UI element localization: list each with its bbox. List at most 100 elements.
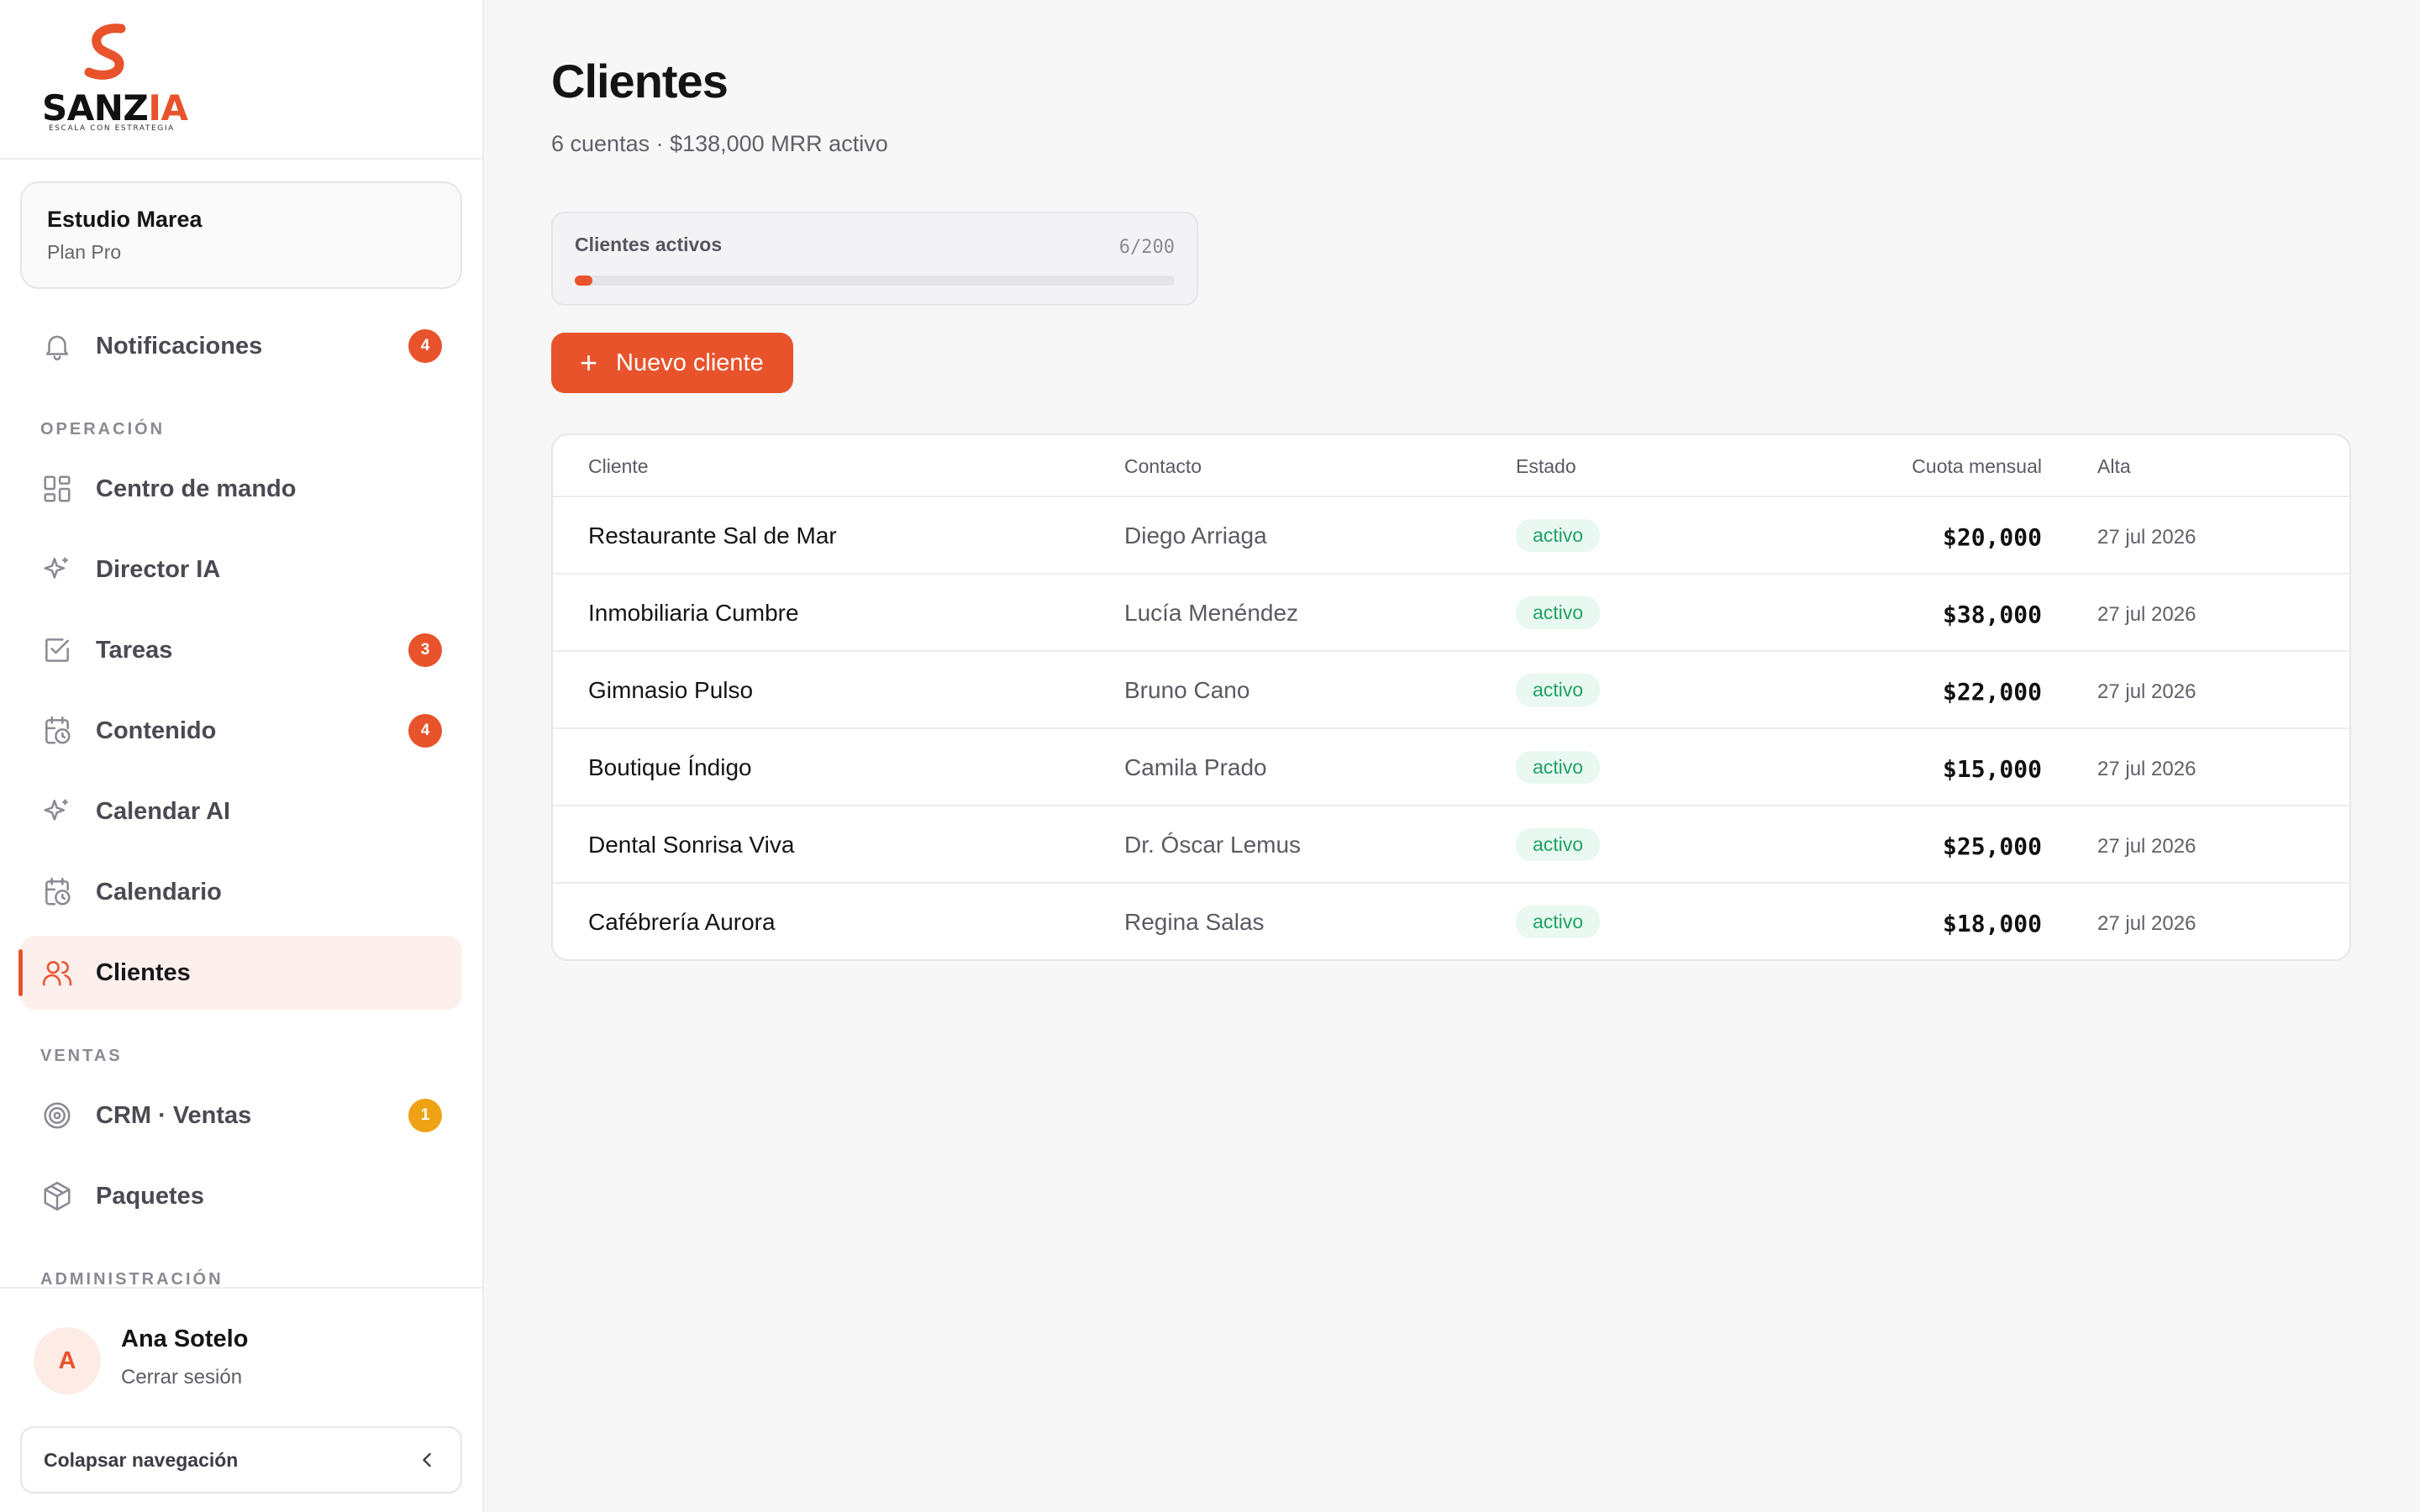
users-icon [40, 956, 74, 990]
sidebar-item-label: Paquetes [96, 1182, 204, 1210]
signup-date: 27 jul 2026 [2097, 912, 2196, 935]
signup-date: 27 jul 2026 [2097, 680, 2196, 703]
sidebar-item-clientes[interactable]: Clientes [18, 936, 462, 1010]
client-name: Boutique Índigo [588, 754, 752, 780]
new-client-button[interactable]: + Nuevo cliente [551, 333, 793, 393]
status-badge: activo [1516, 519, 1601, 552]
table-row[interactable]: Gimnasio Pulso Bruno Cano activo $22,000… [553, 652, 2349, 729]
target-icon [40, 1099, 74, 1132]
column-header-cuota[interactable]: Cuota mensual [1912, 455, 2042, 478]
section-label-ventas: VENTAS [40, 1047, 123, 1065]
workspace-plan: Plan Pro [47, 241, 122, 263]
signup-date: 27 jul 2026 [2097, 526, 2196, 549]
signup-date: 27 jul 2026 [2097, 835, 2196, 858]
column-header-estado[interactable]: Estado [1516, 455, 1576, 478]
client-contact: Diego Arriaga [1124, 522, 1267, 549]
quota-progress-fill [575, 276, 593, 286]
avatar[interactable]: A [34, 1327, 101, 1394]
sidebar-item-calendar-ai[interactable]: Calendar AI [20, 774, 462, 848]
sidebar-item-label: Calendario [96, 878, 222, 906]
collapse-nav-label: Colapsar navegación [44, 1448, 239, 1471]
main-content: Clientes 6 cuentas · $138,000 MRR activo… [484, 0, 2420, 1512]
column-header-cliente[interactable]: Cliente [588, 455, 649, 478]
client-name: Cafébrería Aurora [588, 909, 776, 935]
table-row[interactable]: Restaurante Sal de Mar Diego Arriaga act… [553, 497, 2349, 575]
logo-tagline: ESCALA CON ESTRATEGIA [49, 124, 175, 133]
client-contact: Bruno Cano [1124, 677, 1250, 703]
client-contact: Regina Salas [1124, 909, 1265, 935]
sidebar-item-director-ia[interactable]: Director IA [20, 533, 462, 606]
status-badge: activo [1516, 596, 1601, 629]
status-badge: activo [1516, 751, 1601, 784]
client-name: Gimnasio Pulso [588, 677, 754, 703]
client-name: Restaurante Sal de Mar [588, 522, 837, 549]
logo[interactable]: SANZIA ESCALA CON ESTRATEGIA [0, 0, 482, 160]
collapse-nav-button[interactable]: Colapsar navegación [20, 1426, 462, 1494]
sidebar-item-tareas[interactable]: Tareas 3 [20, 613, 462, 687]
logo-s-mark [84, 24, 126, 80]
sidebar-item-paquetes[interactable]: Paquetes [20, 1159, 462, 1233]
monthly-fee: $25,000 [1942, 832, 2042, 860]
table-header: Cliente Contacto Estado Cuota mensual Al… [553, 435, 2349, 497]
status-badge: activo [1516, 906, 1601, 938]
sidebar-item-centro-de-mando[interactable]: Centro de mando [20, 452, 462, 526]
sidebar-item-calendario[interactable]: Calendario [20, 855, 462, 929]
monthly-fee: $38,000 [1942, 601, 2042, 628]
quota-label: Clientes activos [575, 234, 723, 255]
page-title: Clientes [551, 55, 729, 108]
sidebar-item-label: Contenido [96, 717, 217, 744]
sidebar-item-crm-ventas[interactable]: CRM · Ventas 1 [20, 1079, 462, 1152]
workspace-switcher[interactable]: Estudio Marea Plan Pro [20, 181, 462, 289]
logo-wordmark: SANZIA [42, 87, 188, 129]
section-label-operacion: OPERACIÓN [40, 420, 166, 438]
table-row[interactable]: Inmobiliaria Cumbre Lucía Menéndez activ… [553, 575, 2349, 652]
plus-icon: + [580, 345, 598, 380]
column-header-contacto[interactable]: Contacto [1124, 455, 1202, 478]
client-name: Dental Sonrisa Viva [588, 832, 795, 858]
sidebar: SANZIA ESCALA CON ESTRATEGIA Estudio Mar… [0, 0, 484, 1512]
app-root: SANZIA ESCALA CON ESTRATEGIA Estudio Mar… [0, 0, 2420, 1512]
table-row[interactable]: Dental Sonrisa Viva Dr. Óscar Lemus acti… [553, 806, 2349, 884]
sidebar-item-label: Director IA [96, 555, 221, 583]
sidebar-item-label: Tareas [96, 636, 173, 664]
tareas-badge: 3 [408, 633, 442, 667]
calendar-clock-icon [40, 875, 74, 909]
quota-count: 6/200 [1118, 237, 1175, 258]
status-badge: activo [1516, 674, 1601, 706]
sidebar-footer: A Ana Sotelo Cerrar sesión Colapsar nave… [0, 1287, 482, 1512]
new-client-label: Nuevo cliente [616, 349, 764, 376]
client-contact: Camila Prado [1124, 754, 1267, 780]
table-row[interactable]: Cafébrería Aurora Regina Salas activo $1… [553, 884, 2349, 959]
status-badge: activo [1516, 828, 1601, 861]
sidebar-item-contenido[interactable]: Contenido 4 [20, 694, 462, 768]
package-icon [40, 1179, 74, 1213]
sidebar-item-label: CRM · Ventas [96, 1101, 252, 1129]
quota-card: Clientes activos 6/200 [551, 212, 1198, 306]
clients-table: Cliente Contacto Estado Cuota mensual Al… [551, 433, 2351, 961]
sidebar-item-label: Centro de mando [96, 475, 297, 502]
sidebar-item-label: Clientes [96, 958, 191, 986]
monthly-fee: $18,000 [1942, 910, 2042, 937]
column-header-alta[interactable]: Alta [2097, 455, 2131, 478]
sidebar-item-label: Calendar AI [96, 797, 231, 825]
chevron-left-icon [423, 1452, 431, 1467]
client-contact: Lucía Menéndez [1124, 600, 1299, 626]
sparkle-icon [40, 795, 74, 828]
table-row[interactable]: Boutique Índigo Camila Prado activo $15,… [553, 729, 2349, 806]
quota-progress-track [575, 276, 1175, 286]
monthly-fee: $20,000 [1942, 523, 2042, 551]
monthly-fee: $22,000 [1942, 678, 2042, 706]
client-contact: Dr. Óscar Lemus [1124, 832, 1302, 858]
checkbox-icon [40, 633, 74, 667]
crm-badge: 1 [408, 1099, 442, 1132]
signup-date: 27 jul 2026 [2097, 758, 2196, 780]
notifications-badge: 4 [408, 329, 442, 363]
client-name: Inmobiliaria Cumbre [588, 600, 799, 626]
logout-link[interactable]: Cerrar sesión [121, 1366, 242, 1389]
signup-date: 27 jul 2026 [2097, 603, 2196, 626]
sparkle-icon [40, 553, 74, 586]
grid-icon [40, 472, 74, 506]
sidebar-item-label: Notificaciones [96, 332, 263, 360]
sidebar-item-notificaciones[interactable]: Notificaciones 4 [20, 309, 462, 383]
user-name: Ana Sotelo [121, 1326, 249, 1352]
